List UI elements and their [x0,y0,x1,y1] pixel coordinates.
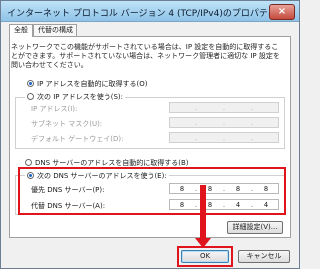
dns-highlight-box [18,167,286,215]
ip-auto-option[interactable]: IP アドレスを自動的に取得する(O) [27,79,147,89]
description-text: ネットワークでこの機能がサポートされている場合は、IP 設定を自動的に取得するこ… [11,43,280,69]
close-button[interactable]: × [269,4,295,20]
ip-address-label: IP アドレス(I): [31,105,78,113]
ip-dot: . [250,134,254,142]
title-bar: インターネット プロトコル バージョン 4 (TCP/IPv4)のプロパティ × [1,1,299,22]
ip-dot: . [222,134,226,142]
ok-highlight-box [177,246,233,267]
window-title: インターネット プロトコル バージョン 4 (TCP/IPv4)のプロパティ [7,9,277,19]
default-gateway-label: デフォルト ゲートウェイ(D): [31,135,124,143]
ip-auto-label: IP アドレスを自動的に取得する(O) [37,80,148,88]
subnet-mask-label: サブネット マスク(U): [31,120,103,128]
ip-dot: . [194,119,198,127]
advanced-button[interactable]: 詳細設定(V)... [227,221,283,234]
ip-address-field[interactable]: . . . [169,102,279,113]
ip-dot: . [194,104,198,112]
ip-manual-radio[interactable] [27,93,34,100]
ip-dot: . [194,134,198,142]
arrow-shaft [200,185,206,239]
properties-dialog: インターネット プロトコル バージョン 4 (TCP/IPv4)のプロパティ ×… [0,0,300,269]
subnet-mask-field[interactable]: . . . [169,117,279,128]
dns-auto-label: DNS サーバーのアドレスを自動的に取得する(B) [35,159,189,167]
tab-alternate-config[interactable]: 代替の構成 [33,24,77,36]
ip-manual-option[interactable]: 次の IP アドレスを使う(S): [25,92,125,102]
tab-general[interactable]: 全般 [9,24,33,37]
dns-auto-radio[interactable] [25,159,32,166]
ip-manual-label: 次の IP アドレスを使う(S): [37,93,123,101]
ip-auto-radio[interactable] [27,80,34,87]
default-gateway-field[interactable]: . . . [169,132,279,143]
ip-dot: . [250,104,254,112]
ip-dot: . [222,119,226,127]
ip-dot: . [250,119,254,127]
ip-dot: . [222,104,226,112]
cancel-button[interactable]: キャンセル [238,250,290,263]
